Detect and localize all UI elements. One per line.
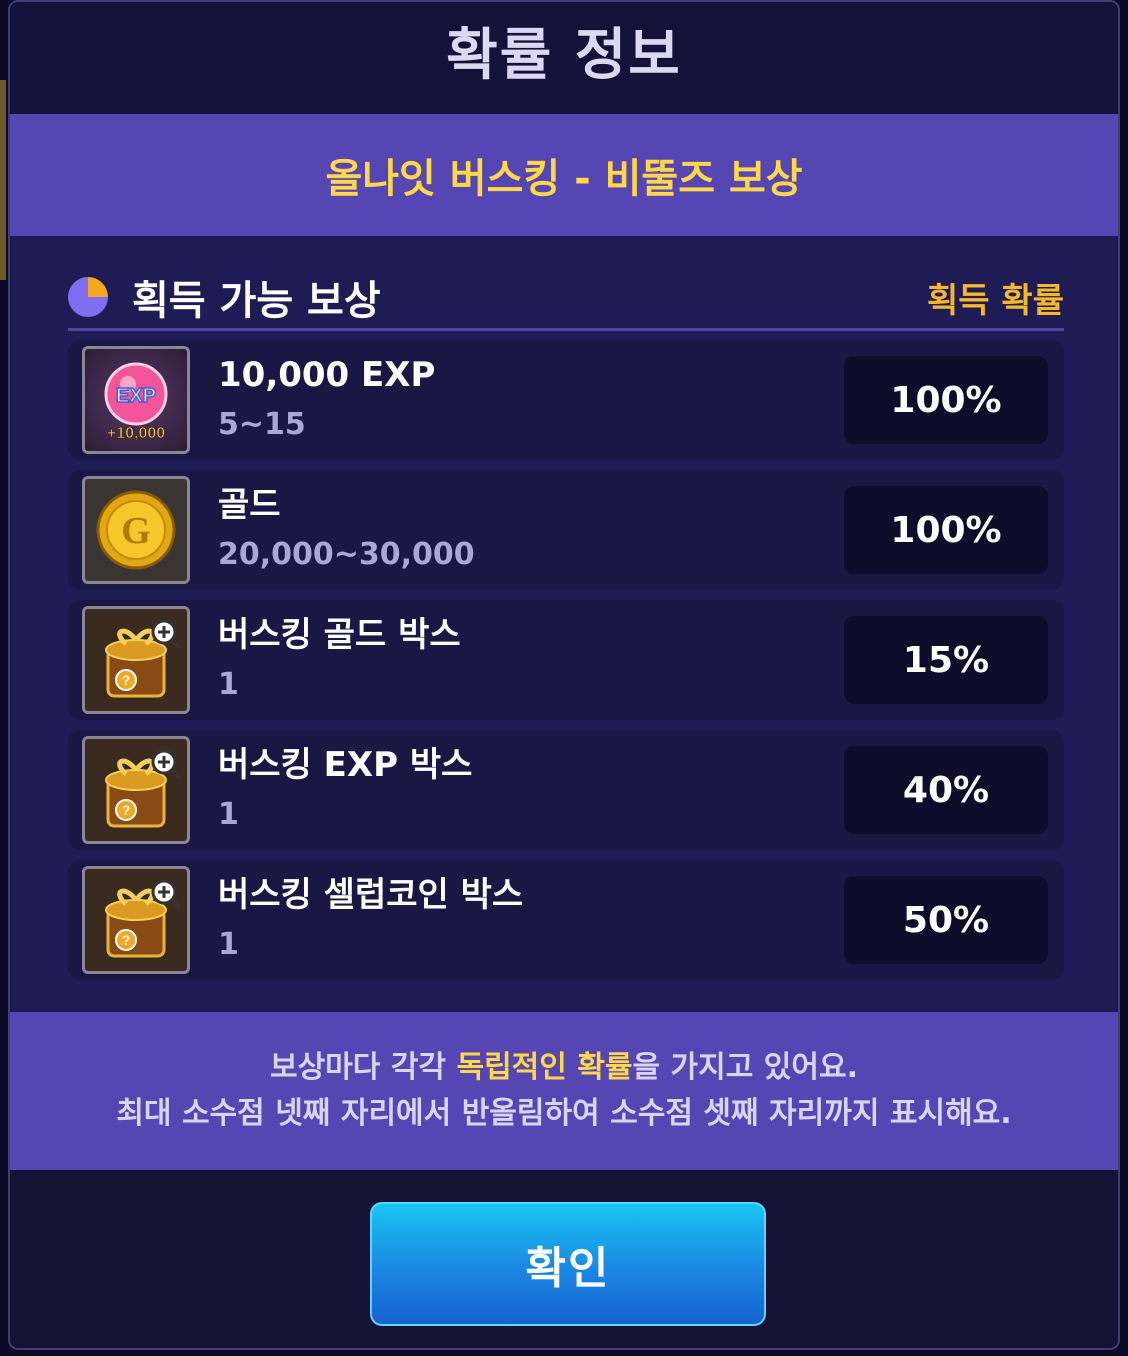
list-header-title: 획득 가능 보상 <box>132 278 381 324</box>
gift-box-icon[interactable]: ? <box>82 866 190 974</box>
info-highlight: 독립적인 확률 <box>456 1050 633 1085</box>
background-edge <box>0 80 6 280</box>
info-notice: 보상마다 각각 독립적인 확률을 가지고 있어요. 최대 소수점 넷째 자리에서… <box>10 1012 1118 1170</box>
pie-chart-icon <box>68 277 108 317</box>
reward-probability: 100% <box>844 356 1048 444</box>
probability-dialog: 확률 정보 올나잇 버스킹 - 비뚤즈 보상 획득 가능 보상 획득 확률 EX… <box>8 0 1120 1350</box>
dialog-title: 확률 정보 <box>10 2 1118 114</box>
reward-probability: 100% <box>844 486 1048 574</box>
reward-quantity: 20,000~30,000 <box>218 537 475 572</box>
svg-text:?: ? <box>122 932 131 948</box>
reward-quantity: 1 <box>218 927 239 962</box>
reward-quantity: 1 <box>218 797 239 832</box>
reward-row: ? 버스킹 EXP 박스 1 40% <box>68 730 1064 850</box>
reward-name: 골드 <box>218 485 281 525</box>
gift-box-icon[interactable]: ? <box>82 606 190 714</box>
reward-name: 버스킹 골드 박스 <box>218 615 461 655</box>
exp-icon-label: EXP <box>116 385 156 407</box>
reward-list-panel: 획득 가능 보상 획득 확률 EXP +10,000 10,000 EXP 5~… <box>10 236 1118 1012</box>
svg-text:?: ? <box>122 672 131 688</box>
exp-icon-amount: +10,000 <box>107 425 165 442</box>
reward-probability: 40% <box>844 746 1048 834</box>
reward-quantity: 1 <box>218 667 239 702</box>
dialog-footer: 확인 <box>10 1170 1118 1348</box>
reward-name: 10,000 EXP <box>218 355 436 395</box>
reward-quantity: 5~15 <box>218 407 306 442</box>
coin-letter: G <box>121 510 151 552</box>
list-header-probability: 획득 확률 <box>927 280 1064 321</box>
info-line-2: 최대 소수점 넷째 자리에서 반올림하여 소수점 셋째 자리까지 표시해요. <box>116 1096 1012 1131</box>
reward-row: ? 버스킹 골드 박스 1 15% <box>68 600 1064 720</box>
reward-row: ? 버스킹 셀럽코인 박스 1 50% <box>68 860 1064 980</box>
svg-text:?: ? <box>122 802 131 818</box>
info-line-1: 보상마다 각각 독립적인 확률을 가지고 있어요. <box>269 1050 859 1085</box>
dialog-subtitle: 올나잇 버스킹 - 비뚤즈 보상 <box>10 114 1118 236</box>
gold-coin-icon[interactable]: G <box>82 476 190 584</box>
confirm-button[interactable]: 확인 <box>370 1202 766 1326</box>
reward-name: 버스킹 EXP 박스 <box>218 745 473 785</box>
reward-probability: 50% <box>844 876 1048 964</box>
reward-name: 버스킹 셀럽코인 박스 <box>218 875 524 915</box>
exp-orb-icon[interactable]: EXP +10,000 <box>82 346 190 454</box>
list-header: 획득 가능 보상 획득 확률 <box>68 266 1064 331</box>
reward-rows: EXP +10,000 10,000 EXP 5~15 100% G 골드 20… <box>68 340 1064 990</box>
reward-row: EXP +10,000 10,000 EXP 5~15 100% <box>68 340 1064 460</box>
gift-box-icon[interactable]: ? <box>82 736 190 844</box>
reward-probability: 15% <box>844 616 1048 704</box>
reward-row: G 골드 20,000~30,000 100% <box>68 470 1064 590</box>
